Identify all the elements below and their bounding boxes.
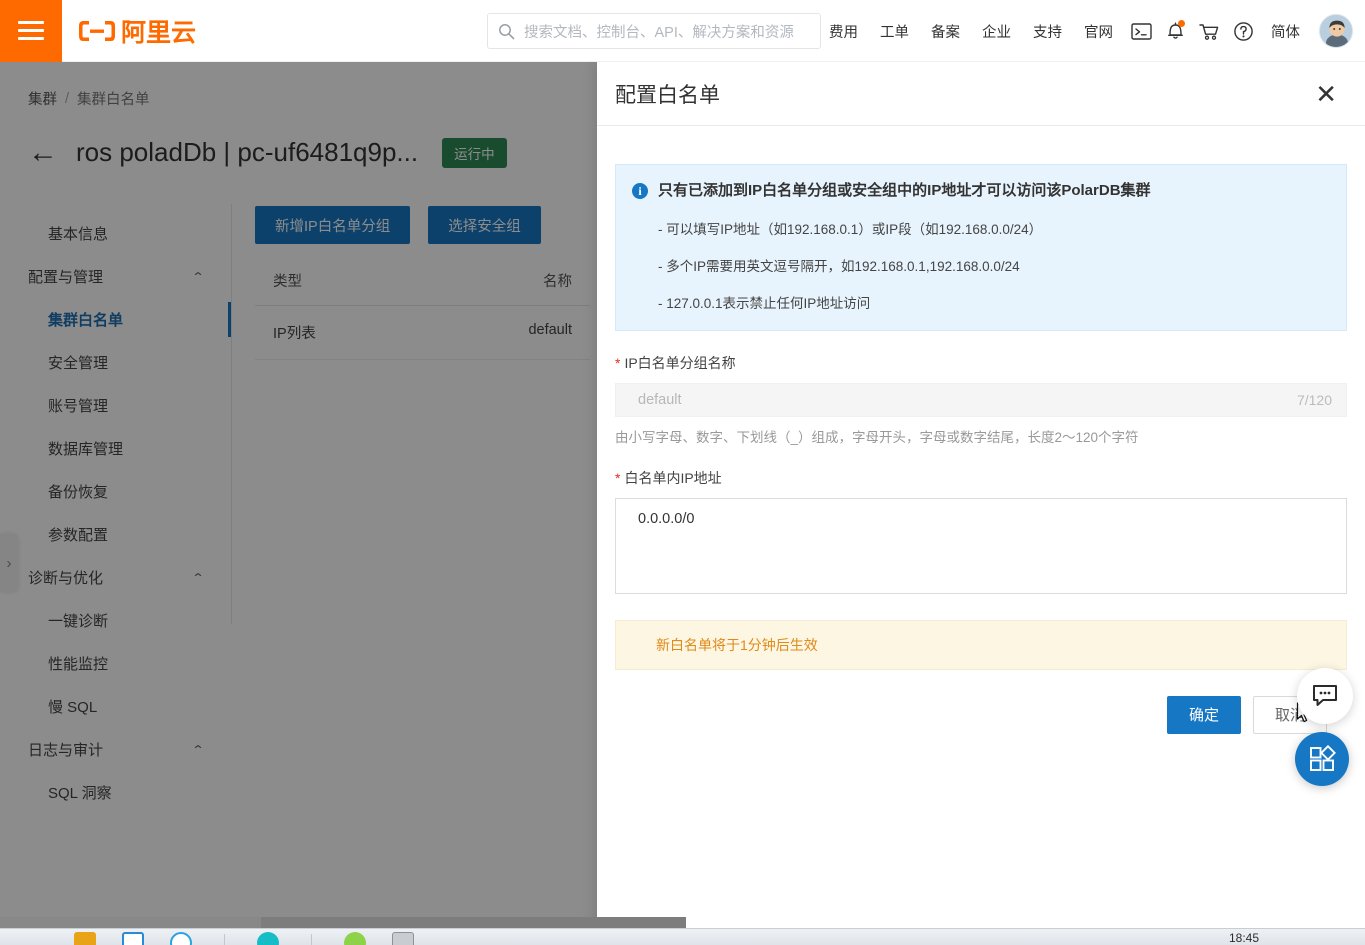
taskbar-app-icon-teal[interactable] <box>257 932 279 945</box>
aliyun-logo-mark <box>78 18 116 44</box>
aliyun-logo[interactable]: 阿里云 <box>78 13 196 49</box>
confirm-button[interactable]: 确定 <box>1167 695 1241 734</box>
nav-link-enterprise[interactable]: 企业 <box>971 21 1022 42</box>
bell-icon[interactable] <box>1158 14 1192 48</box>
header-nav: 费用 工单 备案 企业 支持 官网 简体 <box>818 0 1353 62</box>
taskbar-separator <box>311 934 312 945</box>
drawer-action-buttons: 确定 取消 <box>615 670 1347 734</box>
info-line-3: - 127.0.0.1表示禁止任何IP地址访问 <box>658 295 871 311</box>
nav-link-icp[interactable]: 备案 <box>920 21 971 42</box>
taskbar-separator <box>224 934 225 945</box>
drawer-header: 配置白名单 ✕ <box>597 62 1365 126</box>
info-banner: i 只有已添加到IP白名单分组或安全组中的IP地址才可以访问该PolarDB集群… <box>615 164 1347 331</box>
notification-badge <box>1178 20 1185 27</box>
required-asterisk: * <box>615 354 621 371</box>
drawer-title: 配置白名单 <box>615 83 720 107</box>
apps-grid-icon[interactable] <box>1295 732 1349 786</box>
os-taskbar: 18:45 <box>0 928 1365 945</box>
taskbar-clock: 18:45 <box>1228 931 1259 945</box>
avatar[interactable] <box>1319 14 1353 48</box>
taskbar-folder-icon[interactable] <box>74 932 96 945</box>
taskbar-app-icon-green[interactable] <box>344 932 366 945</box>
required-asterisk: * <box>615 469 621 486</box>
terminal-icon[interactable] <box>1124 14 1158 48</box>
group-name-helper-text: 由小写字母、数字、下划线（_）组成，字母开头，字母或数字结尾，长度2～120个字… <box>615 429 1139 445</box>
group-name-counter: 7/120 <box>1296 391 1332 408</box>
search-input[interactable]: 搜索文档、控制台、API、解决方案和资源 <box>487 13 821 49</box>
group-name-input[interactable]: default 7/120 <box>615 382 1347 417</box>
nav-link-fees[interactable]: 费用 <box>818 21 869 42</box>
info-line-1: - 可以填写IP地址（如192.168.0.1）或IP段（如192.168.0.… <box>658 221 1043 237</box>
warning-banner: 新白名单将于1分钟后生效 <box>615 619 1347 670</box>
taskbar-terminal-icon[interactable] <box>122 932 144 945</box>
configure-whitelist-drawer: 配置白名单 ✕ i 只有已添加到IP白名单分组或安全组中的IP地址才可以访问该P… <box>597 62 1365 928</box>
chat-bubble-icon[interactable] <box>1297 668 1353 724</box>
help-icon[interactable] <box>1226 14 1260 48</box>
taskbar-browser-icon[interactable] <box>170 932 192 945</box>
drawer-overlay-mask[interactable] <box>0 62 597 928</box>
nav-link-tickets[interactable]: 工单 <box>869 21 920 42</box>
ip-field-label-text: 白名单内IP地址 <box>624 469 722 486</box>
logo-text: 阿里云 <box>121 18 197 47</box>
group-name-value: default <box>638 391 682 408</box>
window-edge-strip-2 <box>0 917 261 928</box>
close-icon[interactable]: ✕ <box>1315 81 1337 107</box>
search-icon <box>498 23 515 40</box>
taskbar-window-icon[interactable] <box>392 932 414 945</box>
language-switch[interactable]: 简体 <box>1260 21 1311 42</box>
info-line-2: - 多个IP需要用英文逗号隔开，如192.168.0.1,192.168.0.0… <box>658 258 1020 274</box>
top-header: 阿里云 搜索文档、控制台、API、解决方案和资源 费用 工单 备案 企业 支持 … <box>0 0 1365 62</box>
group-name-label-text: IP白名单分组名称 <box>624 354 736 371</box>
app-root: 阿里云 搜索文档、控制台、API、解决方案和资源 费用 工单 备案 企业 支持 … <box>0 0 1365 945</box>
info-banner-title-row: i 只有已添加到IP白名单分组或安全组中的IP地址才可以访问该PolarDB集群 <box>632 181 1330 201</box>
nav-link-website[interactable]: 官网 <box>1073 21 1124 42</box>
info-icon: i <box>632 183 648 199</box>
ip-field-label: * 白名单内IP地址 <box>615 468 1347 488</box>
drawer-body: i 只有已添加到IP白名单分组或安全组中的IP地址才可以访问该PolarDB集群… <box>597 126 1365 928</box>
hamburger-icon[interactable] <box>0 0 62 62</box>
group-name-label: * IP白名单分组名称 <box>615 353 1347 373</box>
nav-link-support[interactable]: 支持 <box>1022 21 1073 42</box>
info-banner-title: 只有已添加到IP白名单分组或安全组中的IP地址才可以访问该PolarDB集群 <box>658 182 1151 199</box>
taskbar-icons <box>0 929 414 945</box>
ip-address-textarea[interactable]: 0.0.0.0/0 <box>615 497 1347 594</box>
cart-icon[interactable] <box>1192 14 1226 48</box>
search-placeholder: 搜索文档、控制台、API、解决方案和资源 <box>524 24 794 41</box>
